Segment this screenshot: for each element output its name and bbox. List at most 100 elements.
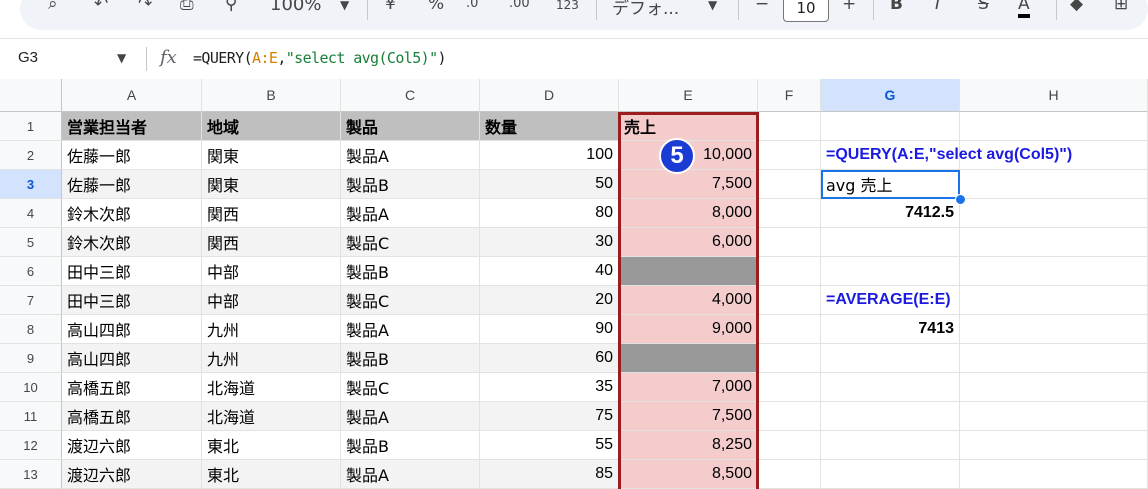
cell-b1[interactable]: 地域 [202, 112, 341, 141]
cell-a11[interactable]: 高橋五郎 [62, 402, 202, 431]
name-box[interactable]: G3 [18, 49, 38, 66]
column-header-e[interactable]: E [619, 79, 758, 112]
column-header-g[interactable]: G [821, 79, 960, 112]
undo-icon[interactable]: ↶ [94, 0, 108, 14]
cell-b4[interactable]: 関西 [202, 199, 341, 228]
cell-b12[interactable]: 東北 [202, 431, 341, 460]
zoom-select[interactable]: 100% [270, 0, 321, 15]
cell-h13[interactable] [960, 460, 1148, 489]
cell-f1[interactable] [758, 112, 821, 141]
cell-c13[interactable]: 製品A [341, 460, 480, 489]
decrease-font-size-button[interactable]: − [755, 0, 769, 14]
column-header-f[interactable]: F [758, 79, 821, 112]
cell-d9[interactable]: 60 [480, 344, 619, 373]
cell-f13[interactable] [758, 460, 821, 489]
cell-d3[interactable]: 50 [480, 170, 619, 199]
cell-h12[interactable] [960, 431, 1148, 460]
cell-b5[interactable]: 関西 [202, 228, 341, 257]
cell-c11[interactable]: 製品A [341, 402, 480, 431]
borders-icon[interactable]: ⊞ [1114, 0, 1128, 14]
row-header-2[interactable]: 2 [0, 141, 62, 170]
cell-d1[interactable]: 数量 [480, 112, 619, 141]
cell-d7[interactable]: 20 [480, 286, 619, 315]
cell-a4[interactable]: 鈴木次郎 [62, 199, 202, 228]
print-icon[interactable]: ⎙ [180, 0, 194, 14]
cell-a12[interactable]: 渡辺六郎 [62, 431, 202, 460]
cell-h11[interactable] [960, 402, 1148, 431]
search-icon[interactable]: ⌕ [48, 0, 58, 14]
cell-h4[interactable] [960, 199, 1148, 228]
cell-g5[interactable] [821, 228, 960, 257]
cell-a10[interactable]: 高橋五郎 [62, 373, 202, 402]
column-header-c[interactable]: C [341, 79, 480, 112]
cell-h2[interactable] [960, 141, 1148, 170]
cell-b7[interactable]: 中部 [202, 286, 341, 315]
cell-h9[interactable] [960, 344, 1148, 373]
cell-f9[interactable] [758, 344, 821, 373]
cell-d12[interactable]: 55 [480, 431, 619, 460]
font-size-input[interactable]: 10 [783, 0, 829, 22]
row-header-4[interactable]: 4 [0, 199, 62, 228]
cell-f5[interactable] [758, 228, 821, 257]
cell-g10[interactable] [821, 373, 960, 402]
cell-c2[interactable]: 製品A [341, 141, 480, 170]
cell-e10[interactable]: 7,000 [619, 373, 758, 402]
cell-g13[interactable] [821, 460, 960, 489]
cell-g12[interactable] [821, 431, 960, 460]
cell-g4[interactable]: 7412.5 [821, 199, 960, 228]
decrease-decimal-button[interactable]: .0 [466, 0, 478, 11]
row-header-3[interactable]: 3 [0, 170, 62, 199]
cell-c5[interactable]: 製品C [341, 228, 480, 257]
row-header-6[interactable]: 6 [0, 257, 62, 286]
cell-d8[interactable]: 90 [480, 315, 619, 344]
column-header-d[interactable]: D [480, 79, 619, 112]
increase-decimal-button[interactable]: .00 [509, 0, 530, 11]
cell-h10[interactable] [960, 373, 1148, 402]
cell-h7[interactable] [960, 286, 1148, 315]
cell-b11[interactable]: 北海道 [202, 402, 341, 431]
redo-icon[interactable]: ↷ [138, 0, 152, 14]
cell-f7[interactable] [758, 286, 821, 315]
chevron-down-icon[interactable]: ▼ [117, 51, 126, 65]
fill-color-icon[interactable]: ◆ [1070, 0, 1083, 14]
paint-format-icon[interactable]: ⚲ [225, 0, 237, 14]
cell-d11[interactable]: 75 [480, 402, 619, 431]
cell-h3[interactable] [960, 170, 1148, 199]
row-header-13[interactable]: 13 [0, 460, 62, 489]
cell-e8[interactable]: 9,000 [619, 315, 758, 344]
row-header-11[interactable]: 11 [0, 402, 62, 431]
cell-a5[interactable]: 鈴木次郎 [62, 228, 202, 257]
cell-e11[interactable]: 7,500 [619, 402, 758, 431]
cell-a3[interactable]: 佐藤一郎 [62, 170, 202, 199]
text-color-button[interactable]: A [1018, 0, 1030, 18]
cell-d13[interactable]: 85 [480, 460, 619, 489]
column-header-b[interactable]: B [202, 79, 341, 112]
cell-g3[interactable]: avg 売上 [821, 170, 960, 199]
cell-b13[interactable]: 東北 [202, 460, 341, 489]
cell-c4[interactable]: 製品A [341, 199, 480, 228]
cell-e7[interactable]: 4,000 [619, 286, 758, 315]
cell-d6[interactable]: 40 [480, 257, 619, 286]
cell-d2[interactable]: 100 [480, 141, 619, 170]
column-header-a[interactable]: A [62, 79, 202, 112]
row-header-5[interactable]: 5 [0, 228, 62, 257]
cell-e9[interactable] [619, 344, 758, 373]
font-select[interactable]: デフォ... [612, 0, 679, 19]
cell-a6[interactable]: 田中三郎 [62, 257, 202, 286]
cell-f6[interactable] [758, 257, 821, 286]
cell-f10[interactable] [758, 373, 821, 402]
increase-font-size-button[interactable]: + [842, 0, 856, 14]
cell-b6[interactable]: 中部 [202, 257, 341, 286]
row-header-10[interactable]: 10 [0, 373, 62, 402]
cell-c3[interactable]: 製品B [341, 170, 480, 199]
cell-b8[interactable]: 九州 [202, 315, 341, 344]
bold-button[interactable]: B [890, 0, 903, 14]
cell-b9[interactable]: 九州 [202, 344, 341, 373]
cell-c6[interactable]: 製品B [341, 257, 480, 286]
cell-g7[interactable]: =AVERAGE(E:E) [821, 286, 960, 315]
cell-f8[interactable] [758, 315, 821, 344]
cell-e12[interactable]: 8,250 [619, 431, 758, 460]
cell-g6[interactable] [821, 257, 960, 286]
cell-f3[interactable] [758, 170, 821, 199]
currency-format-button[interactable]: ¥ [385, 0, 396, 14]
